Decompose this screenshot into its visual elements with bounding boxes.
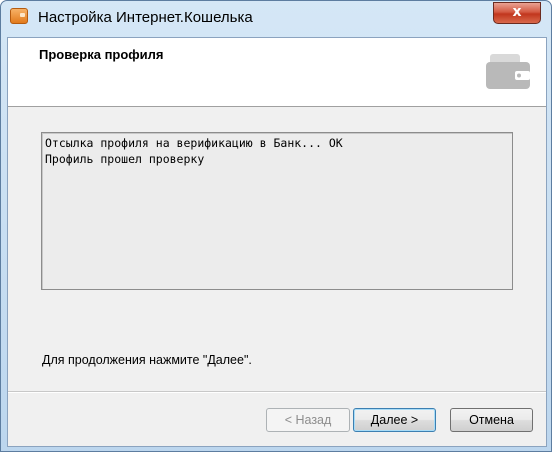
close-icon: x (512, 4, 522, 20)
title-bar[interactable]: Настройка Интернет.Кошелька x (1, 1, 551, 35)
dialog-window: Настройка Интернет.Кошелька x Проверка п… (0, 0, 552, 452)
wallet-icon (486, 54, 530, 89)
close-button[interactable]: x (493, 2, 541, 24)
log-line: Профиль прошел проверку (45, 152, 205, 166)
log-line: Отсылка профиля на верификацию в Банк...… (45, 136, 343, 150)
page-title: Проверка профиля (39, 47, 164, 62)
log-output[interactable]: Отсылка профиля на верификацию в Банк...… (41, 132, 513, 290)
window-title: Настройка Интернет.Кошелька (38, 9, 253, 26)
continue-hint: Для продолжения нажмите "Далее". (42, 353, 252, 367)
next-button[interactable]: Далее > (353, 408, 436, 432)
wallet-app-icon (10, 8, 28, 24)
dialog-client-area: Проверка профиля Отсылка профиля на вери… (7, 37, 547, 447)
back-button[interactable]: < Назад (266, 408, 350, 432)
button-separator (8, 391, 546, 393)
wizard-header: Проверка профиля (8, 38, 546, 107)
cancel-button[interactable]: Отмена (450, 408, 533, 432)
